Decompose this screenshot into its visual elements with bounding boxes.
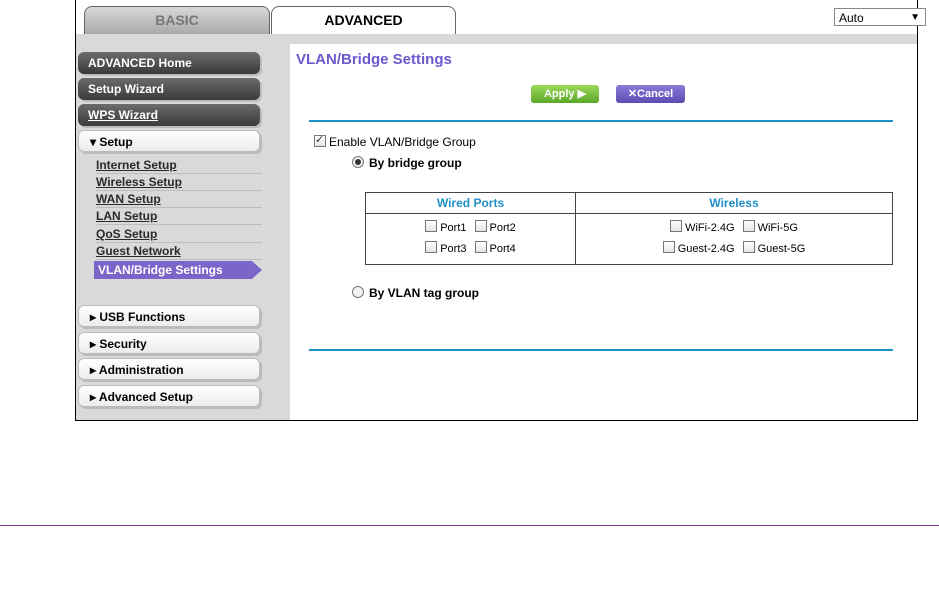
- guest-24g-label: Guest-2.4G: [677, 243, 735, 255]
- language-select[interactable]: Auto ▼: [834, 8, 926, 26]
- apply-button[interactable]: Apply ▶: [531, 85, 599, 103]
- sidebar-item-qos-setup[interactable]: QoS Setup: [96, 226, 262, 243]
- chevron-down-icon: ▼: [910, 12, 920, 23]
- tab-bar: BASIC ADVANCED Auto ▼: [76, 0, 926, 34]
- sidebar-item-guest-network[interactable]: Guest Network: [96, 243, 262, 260]
- sidebar-item-wireless-setup[interactable]: Wireless Setup: [96, 174, 262, 191]
- wifi-5g-checkbox[interactable]: [742, 220, 755, 232]
- port1-option: Port1: [425, 218, 467, 239]
- port3-option: Port3: [425, 239, 467, 260]
- page-divider: [0, 525, 939, 526]
- sidebar-item-lan-setup[interactable]: LAN Setup: [96, 208, 262, 225]
- sidebar-item-advanced-home[interactable]: ADVANCED Home: [78, 52, 260, 74]
- by-vlan-tag-group-radio[interactable]: [352, 286, 364, 298]
- wifi-24g-label: WiFi-2.4G: [685, 222, 735, 234]
- sidebar-section-usb-functions[interactable]: ▸ USB Functions: [78, 305, 260, 327]
- by-vlan-tag-group-label: By VLAN tag group: [369, 286, 479, 300]
- guest-24g-option: Guest-2.4G: [662, 239, 735, 260]
- enable-vlan-bridge-row: Enable VLAN/Bridge Group: [314, 133, 476, 149]
- wifi-5g-option: WiFi-5G: [742, 218, 798, 239]
- divider-top: [309, 120, 893, 122]
- guest-5g-option: Guest-5G: [742, 239, 806, 260]
- sidebar-section-setup[interactable]: ▾ Setup: [78, 130, 260, 152]
- wired-ports-cell: Port1 Port2 Port3 Port4: [365, 213, 576, 265]
- port1-checkbox[interactable]: [425, 220, 438, 232]
- wired-ports-header: Wired Ports: [365, 192, 576, 214]
- by-bridge-group-label: By bridge group: [369, 156, 462, 170]
- port1-label: Port1: [440, 222, 467, 234]
- sidebar-section-security[interactable]: ▸ Security: [78, 332, 260, 354]
- wireless-cell: WiFi-2.4G WiFi-5G Guest-2.4G Guest-5G: [575, 213, 893, 265]
- port4-option: Port4: [474, 239, 516, 260]
- sidebar: ADVANCED Home Setup Wizard WPS Wizard ▾ …: [76, 34, 288, 420]
- guest-5g-checkbox[interactable]: [742, 241, 755, 253]
- ports-table: Wired Ports Wireless Port1 Port2 Port3 Por…: [365, 192, 893, 265]
- language-select-value: Auto: [839, 11, 864, 25]
- vlan-tag-group-row: By VLAN tag group: [352, 286, 479, 300]
- port4-checkbox[interactable]: [474, 241, 487, 253]
- router-admin-window: BASIC ADVANCED Auto ▼ ADVANCED Home Setu…: [75, 0, 926, 421]
- enable-vlan-bridge-checkbox[interactable]: [314, 133, 326, 147]
- sidebar-item-wan-setup[interactable]: WAN Setup: [96, 191, 262, 208]
- tab-basic[interactable]: BASIC: [84, 6, 270, 34]
- divider-bottom: [309, 349, 893, 351]
- sidebar-section-administration[interactable]: ▸ Administration: [78, 358, 260, 380]
- port3-label: Port3: [440, 243, 467, 255]
- port2-checkbox[interactable]: [474, 220, 487, 232]
- sidebar-item-setup-wizard[interactable]: Setup Wizard: [78, 78, 260, 100]
- sidebar-item-wps-wizard[interactable]: WPS Wizard: [78, 104, 260, 126]
- by-bridge-group-radio[interactable]: [352, 156, 364, 168]
- sidebar-item-internet-setup[interactable]: Internet Setup: [96, 157, 262, 174]
- sidebar-section-advanced-setup[interactable]: ▸ Advanced Setup: [78, 385, 260, 407]
- port2-option: Port2: [474, 218, 516, 239]
- port4-label: Port4: [489, 243, 516, 255]
- cancel-button[interactable]: ✕Cancel: [616, 85, 685, 103]
- content-area: ADVANCED Home Setup Wizard WPS Wizard ▾ …: [76, 34, 917, 420]
- port3-checkbox[interactable]: [425, 241, 438, 253]
- wireless-header: Wireless: [575, 192, 893, 214]
- wifi-5g-label: WiFi-5G: [757, 222, 798, 234]
- enable-vlan-bridge-label: Enable VLAN/Bridge Group: [329, 135, 476, 149]
- guest-24g-checkbox[interactable]: [662, 241, 675, 253]
- tab-advanced[interactable]: ADVANCED: [271, 6, 456, 34]
- main-panel: VLAN/Bridge Settings Apply ▶ ✕Cancel Ena…: [290, 44, 917, 420]
- wifi-24g-checkbox[interactable]: [670, 220, 683, 232]
- guest-5g-label: Guest-5G: [757, 243, 806, 255]
- sidebar-item-vlan-bridge-settings[interactable]: VLAN/Bridge Settings: [94, 261, 262, 279]
- wifi-24g-option: WiFi-2.4G: [670, 218, 735, 239]
- page-title: VLAN/Bridge Settings: [296, 51, 452, 68]
- bridge-group-row: By bridge group: [352, 156, 462, 170]
- port2-label: Port2: [489, 222, 516, 234]
